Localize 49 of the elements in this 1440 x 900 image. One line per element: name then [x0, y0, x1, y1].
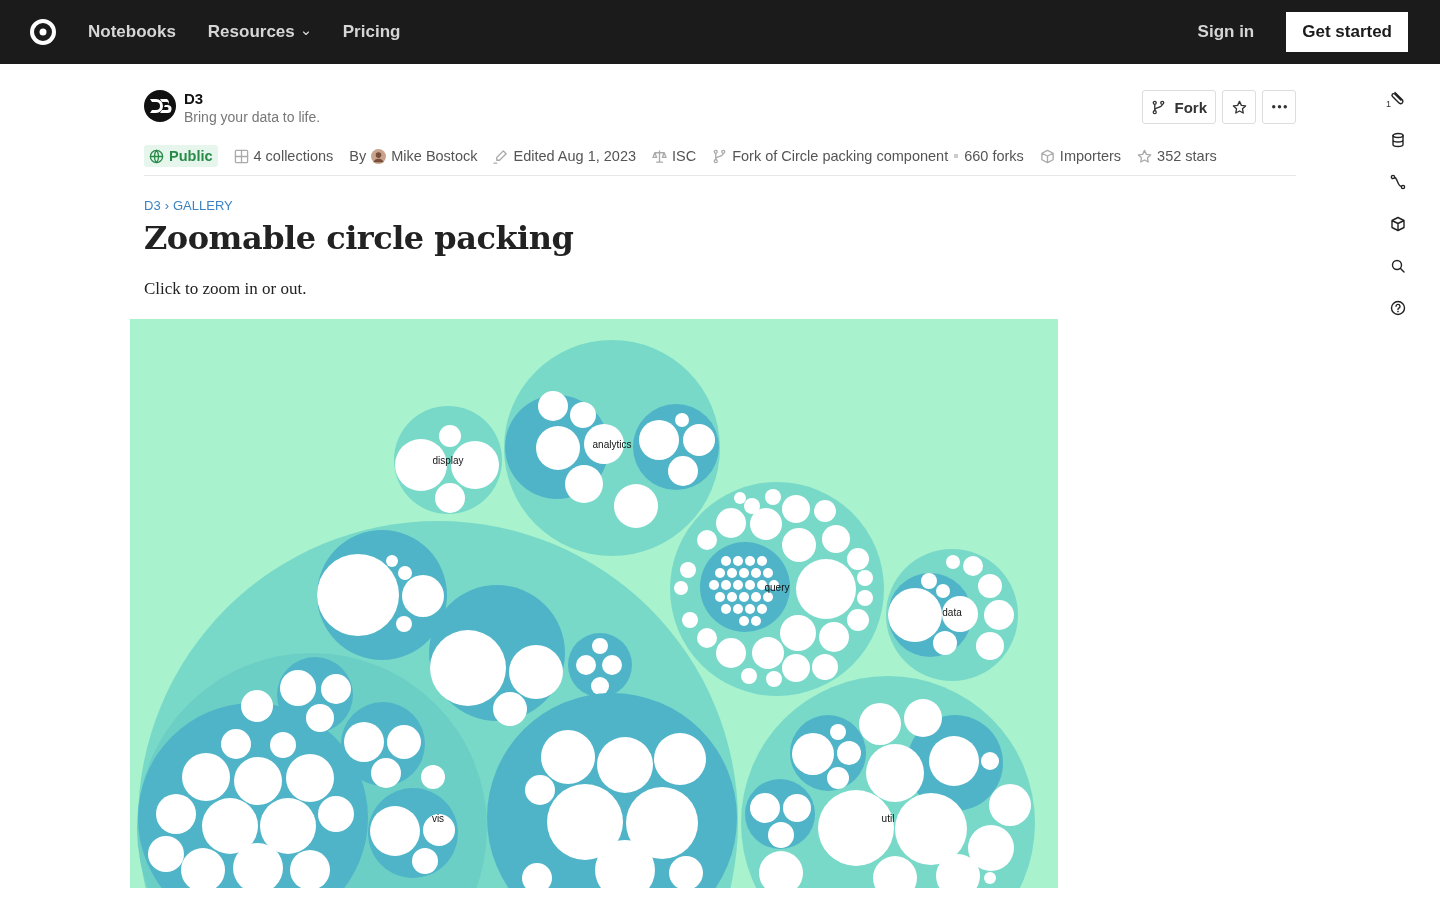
importers-link[interactable]: Importers [1059, 148, 1122, 164]
nav-link[interactable]: Pricing [342, 22, 401, 42]
circle-label: util [881, 813, 895, 824]
notebook-title: Zoomable circle packing [144, 219, 575, 257]
fork-icon [712, 148, 728, 164]
breadcrumb-link[interactable]: D3 [144, 198, 161, 213]
package-icon[interactable] [1390, 216, 1406, 232]
star-icon [1137, 148, 1153, 164]
fork-button[interactable]: Fork [1142, 90, 1216, 124]
circle-label: query [764, 582, 790, 593]
more-button[interactable] [1262, 90, 1296, 124]
grid-icon [233, 148, 249, 164]
search-icon[interactable] [1390, 258, 1406, 274]
fork-icon [1151, 99, 1167, 115]
more-icon [1271, 105, 1287, 109]
author-link[interactable]: Mike Bostock [391, 148, 478, 164]
globe-icon [149, 148, 164, 164]
fork-of-link[interactable]: Fork of Circle packing component [732, 148, 949, 164]
package-icon [1039, 148, 1055, 164]
star-icon [1231, 99, 1247, 115]
stars-link[interactable]: 352 stars [1157, 148, 1217, 164]
avatar-icon [371, 148, 387, 164]
nav-menu[interactable]: Resources [207, 22, 311, 42]
star-button[interactable] [1222, 90, 1256, 124]
pencil-icon [493, 148, 509, 164]
collections-link[interactable]: 4 collections [253, 148, 334, 164]
get-started-button[interactable]: Get started [1286, 12, 1408, 52]
count-label: 1 [1386, 99, 1391, 109]
owner-tagline: Bring your data to life. [184, 109, 321, 125]
breadcrumb-link[interactable]: GALLERY [172, 198, 233, 213]
owner-name[interactable]: D3 [184, 90, 321, 107]
license-link[interactable]: ISC [672, 148, 697, 164]
breadcrumb-separator: › [164, 198, 169, 213]
logo-icon[interactable] [30, 19, 56, 45]
notebook-description: Click to zoom in or out. [144, 279, 308, 299]
path-icon[interactable] [1390, 174, 1406, 190]
visibility-badge[interactable]: Public [144, 145, 218, 167]
paperclip-icon[interactable] [1390, 90, 1406, 106]
sign-in-link[interactable]: Sign in [1197, 22, 1255, 42]
help-icon[interactable] [1390, 300, 1406, 316]
nav-link[interactable]: Notebooks [88, 22, 176, 42]
scale-icon [652, 148, 668, 164]
forks-link[interactable]: 660 forks [964, 148, 1024, 164]
database-icon[interactable] [1390, 132, 1406, 148]
author-prefix: By [349, 148, 367, 164]
circle-label: vis [431, 813, 445, 824]
owner-logo-icon[interactable] [144, 90, 176, 122]
circle-label: data [942, 607, 962, 618]
edited-link[interactable]: Edited Aug 1, 2023 [513, 148, 637, 164]
